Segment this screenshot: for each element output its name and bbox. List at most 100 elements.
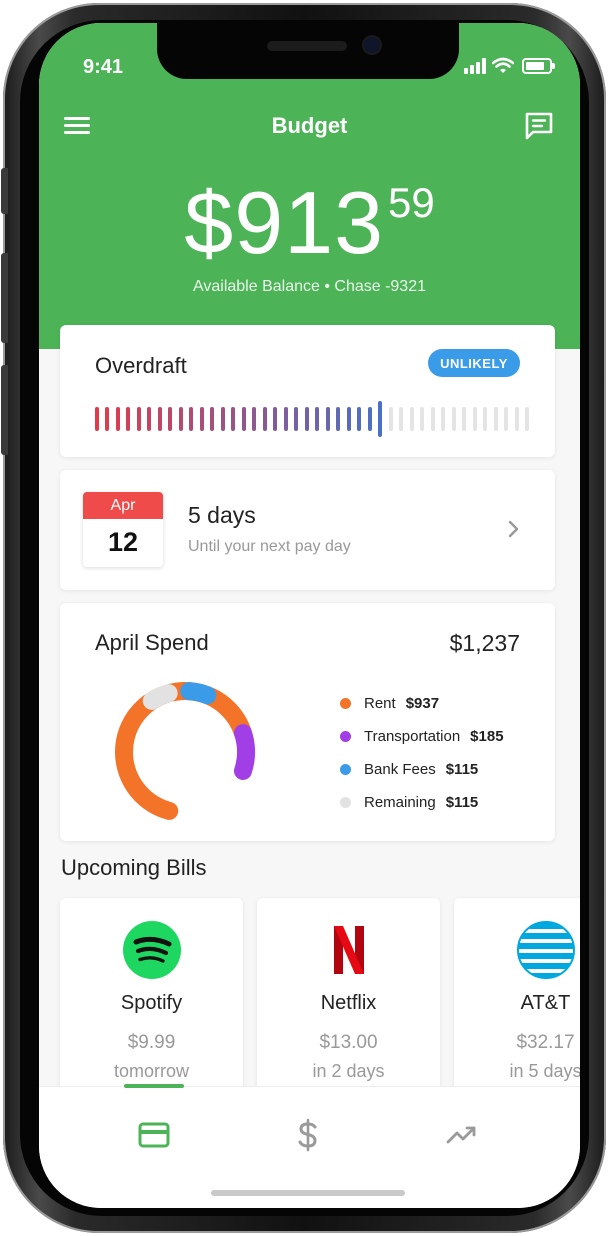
bottom-tab-bar <box>39 1084 580 1208</box>
meter-bar <box>325 407 330 431</box>
meter-bar <box>210 407 215 431</box>
volume-down-button <box>1 365 8 455</box>
trend-icon <box>446 1126 476 1144</box>
meter-bar <box>462 407 467 431</box>
front-camera <box>364 37 380 53</box>
legend-amount: $115 <box>445 794 479 811</box>
bill-name: AT&T <box>520 992 571 1014</box>
meter-bar <box>115 407 120 431</box>
chat-icon[interactable] <box>524 111 554 141</box>
overdraft-card[interactable]: Overdraft UNLIKELY <box>60 325 555 457</box>
legend-item: Remaining $115 <box>340 786 504 819</box>
overdraft-risk-meter <box>95 401 529 437</box>
spend-donut-chart <box>114 682 255 822</box>
active-tab-indicator <box>124 1084 184 1088</box>
meter-bar <box>283 407 288 431</box>
legend-amount: $185 <box>470 728 504 745</box>
legend-item: Transportation $185 <box>340 720 504 753</box>
chevron-right-icon[interactable] <box>508 520 520 538</box>
meter-bar <box>514 407 519 431</box>
bill-due: in 2 days <box>312 1061 385 1081</box>
legend-item: Bank Fees $115 <box>340 753 504 786</box>
overdraft-status-badge: UNLIKELY <box>428 349 520 377</box>
spend-card[interactable]: April Spend $1,237 Rent $937 Transportat… <box>60 603 555 841</box>
meter-bar <box>178 407 183 431</box>
meter-bar <box>95 407 99 431</box>
meter-bar <box>399 407 404 431</box>
legend-dot <box>340 797 351 808</box>
att-logo-icon <box>516 921 575 979</box>
netflix-logo-icon <box>333 926 364 974</box>
meter-bar <box>493 407 498 431</box>
meter-bar <box>430 407 435 431</box>
bill-card-spotify[interactable]: Spotify $9.99 tomorrow <box>60 898 243 1098</box>
meter-bar <box>367 407 372 431</box>
meter-bar <box>420 407 425 431</box>
meter-bar <box>105 407 110 431</box>
speaker <box>267 41 347 51</box>
balance-cents: 59 <box>388 179 435 226</box>
meter-bar <box>483 407 488 431</box>
meter-bar <box>388 407 393 431</box>
bill-card-netflix[interactable]: Netflix $13.00 in 2 days <box>257 898 440 1098</box>
app-screen: 9:41 Budget $91359 Available Balance • C… <box>39 23 580 1208</box>
legend-label: Bank Fees <box>364 761 436 778</box>
calendar-icon: Apr 12 <box>83 492 163 567</box>
meter-bar <box>168 407 173 431</box>
balance-amount: $91359 <box>39 173 580 273</box>
meter-bar <box>262 407 267 431</box>
tab-trends[interactable] <box>442 1115 482 1155</box>
meter-bar <box>199 407 204 431</box>
legend-dot <box>340 698 351 709</box>
mute-switch <box>1 168 8 214</box>
meter-bar <box>525 407 529 431</box>
calendar-day: 12 <box>107 527 139 557</box>
bill-card-att[interactable]: AT&T $32.17 in 5 days <box>454 898 580 1098</box>
bill-due: tomorrow <box>113 1061 189 1081</box>
tab-cards[interactable] <box>134 1115 174 1155</box>
bill-amount: $32.17 <box>516 1032 575 1053</box>
meter-bar <box>231 407 236 431</box>
status-time: 9:41 <box>83 56 124 78</box>
calendar-month: Apr <box>83 492 163 519</box>
meter-bar <box>451 407 456 431</box>
meter-bar <box>336 407 341 431</box>
risk-marker <box>378 401 383 437</box>
overdraft-title: Overdraft <box>95 353 187 378</box>
payday-countdown: 5 days <box>188 502 256 528</box>
meter-bar <box>147 407 152 431</box>
bill-name: Netflix <box>320 992 377 1014</box>
meter-bar <box>157 407 162 431</box>
tab-money[interactable] <box>288 1115 328 1155</box>
legend-amount: $115 <box>445 761 479 778</box>
meter-bar <box>357 407 362 431</box>
meter-bar <box>241 407 246 431</box>
header: 9:41 Budget $91359 Available Balance • C… <box>39 23 580 349</box>
meter-bar <box>220 407 225 431</box>
meter-bar <box>189 407 194 431</box>
legend-label: Remaining <box>364 794 436 811</box>
bill-amount: $13.00 <box>319 1032 378 1053</box>
legend-amount: $937 <box>405 695 440 712</box>
bill-due: in 5 days <box>509 1061 580 1081</box>
meter-bar <box>136 407 141 431</box>
meter-bar <box>252 407 257 431</box>
legend-item: Rent $937 <box>340 687 504 720</box>
payday-card[interactable]: Apr 12 5 days Until your next pay day <box>60 470 555 590</box>
legend-dot <box>340 764 351 775</box>
legend-label: Rent <box>364 695 396 712</box>
dollar-icon <box>298 1118 317 1152</box>
home-indicator <box>211 1190 405 1196</box>
payday-subtitle: Until your next pay day <box>188 538 351 555</box>
balance-label: Available Balance • Chase -9321 <box>192 278 426 295</box>
upcoming-bills-title: Upcoming Bills <box>61 855 207 880</box>
spend-total: $1,237 <box>449 630 520 656</box>
meter-bar <box>472 407 477 431</box>
wifi-icon <box>492 57 514 73</box>
volume-up-button <box>1 253 8 343</box>
meter-bar <box>441 407 446 431</box>
meter-bar <box>346 407 351 431</box>
bill-amount: $9.99 <box>127 1032 176 1053</box>
meter-bar <box>504 407 509 431</box>
spend-legend: Rent $937 Transportation $185 Bank Fees … <box>340 687 504 819</box>
